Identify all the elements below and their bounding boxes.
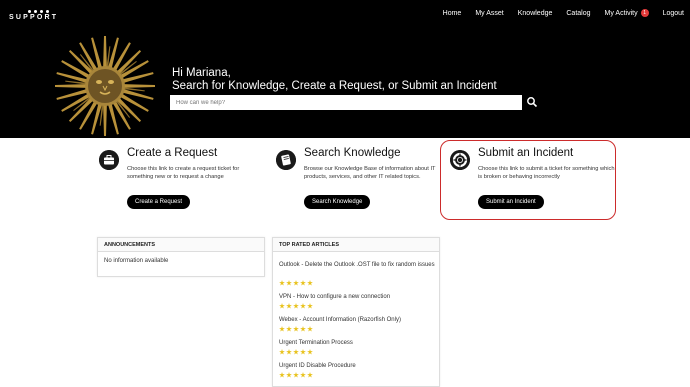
star-icon	[279, 303, 285, 309]
article-rating-stars	[279, 372, 313, 379]
greeting-heading: Hi Mariana, Search for Knowledge, Create…	[172, 67, 497, 93]
lion-sun-logo-icon	[55, 36, 155, 136]
nav-knowledge[interactable]: Knowledge	[518, 9, 553, 17]
top-nav: Home My Asset Knowledge Catalog My Activ…	[429, 9, 684, 17]
nav-my-asset-label: My Asset	[475, 9, 504, 17]
star-icon	[307, 326, 313, 332]
briefcase-icon	[99, 150, 119, 170]
star-icon	[293, 372, 299, 378]
nav-home[interactable]: Home	[443, 9, 462, 17]
star-icon	[279, 372, 285, 378]
search-icon[interactable]	[526, 96, 538, 108]
article-link[interactable]: Urgent Termination Process	[279, 339, 439, 347]
star-icon	[307, 349, 313, 355]
article-rating-stars	[279, 303, 313, 310]
create-request-title: Create a Request	[127, 147, 218, 159]
star-icon	[293, 326, 299, 332]
nav-catalog-label: Catalog	[566, 9, 591, 17]
article-link[interactable]: Webex - Account Information (Razorfish O…	[279, 316, 439, 324]
brand-name: SUPPORT	[9, 14, 59, 21]
star-icon	[279, 280, 285, 286]
hero-banner: SUPPORT Home My Asset Knowledge Catalog …	[0, 0, 690, 138]
nav-logout-label: Logout	[662, 9, 684, 17]
article-link[interactable]: VPN - How to configure a new connection	[279, 293, 439, 301]
top-rated-header: TOP RATED ARTICLES	[273, 238, 439, 252]
star-icon	[293, 303, 299, 309]
star-icon	[279, 349, 285, 355]
nav-catalog[interactable]: Catalog	[566, 9, 590, 17]
article-rating-stars	[279, 326, 313, 333]
star-icon	[286, 326, 292, 332]
star-icon	[293, 349, 299, 355]
star-icon	[293, 280, 299, 286]
star-icon	[286, 280, 292, 286]
greeting-line-prompt: Search for Knowledge, Create a Request, …	[172, 80, 497, 92]
create-request-button[interactable]: Create a Request	[127, 195, 191, 209]
search-knowledge-button[interactable]: Search Knowledge	[304, 195, 371, 209]
article-link[interactable]: Urgent ID Disable Procedure	[279, 362, 439, 370]
nav-logout[interactable]: Logout	[663, 9, 684, 17]
star-icon	[286, 372, 292, 378]
star-icon	[286, 303, 292, 309]
star-icon	[300, 349, 306, 355]
top-rated-panel: TOP RATED ARTICLES Outlook - Delete the …	[272, 237, 440, 387]
announcements-header: ANNOUNCEMENTS	[98, 238, 264, 252]
nav-home-label: Home	[442, 9, 462, 17]
star-icon	[300, 372, 306, 378]
star-icon	[307, 303, 313, 309]
article-link[interactable]: Outlook - Delete the Outlook .OST file t…	[279, 261, 439, 269]
star-icon	[307, 372, 313, 378]
search-knowledge-description: Browse our Knowledge Base of information…	[304, 166, 436, 180]
star-icon	[307, 280, 313, 286]
announcements-empty-text: No information available	[104, 258, 169, 264]
search-input[interactable]	[170, 95, 522, 110]
create-request-description: Choose this link to create a request tic…	[127, 166, 240, 180]
greeting-line-name: Hi Mariana,	[172, 67, 231, 79]
article-rating-stars	[279, 349, 313, 356]
activity-count-badge: 1	[640, 9, 649, 17]
star-icon	[279, 326, 285, 332]
search-knowledge-card: Search Knowledge Browse our Knowledge Ba…	[276, 147, 446, 219]
star-icon	[300, 326, 306, 332]
nav-my-activity[interactable]: My Activity 1	[605, 9, 649, 17]
star-icon	[300, 280, 306, 286]
nav-my-activity-label: My Activity	[604, 9, 638, 17]
incident-highlight-outline	[440, 140, 616, 220]
create-request-card: Create a Request Choose this link to cre…	[99, 147, 269, 219]
star-icon	[300, 303, 306, 309]
nav-knowledge-label: Knowledge	[517, 9, 553, 17]
search-knowledge-title: Search Knowledge	[304, 147, 401, 159]
article-rating-stars	[279, 280, 313, 287]
star-icon	[286, 349, 292, 355]
book-icon	[276, 150, 296, 170]
announcements-panel: ANNOUNCEMENTS No information available	[97, 237, 265, 277]
nav-my-asset[interactable]: My Asset	[475, 9, 503, 17]
